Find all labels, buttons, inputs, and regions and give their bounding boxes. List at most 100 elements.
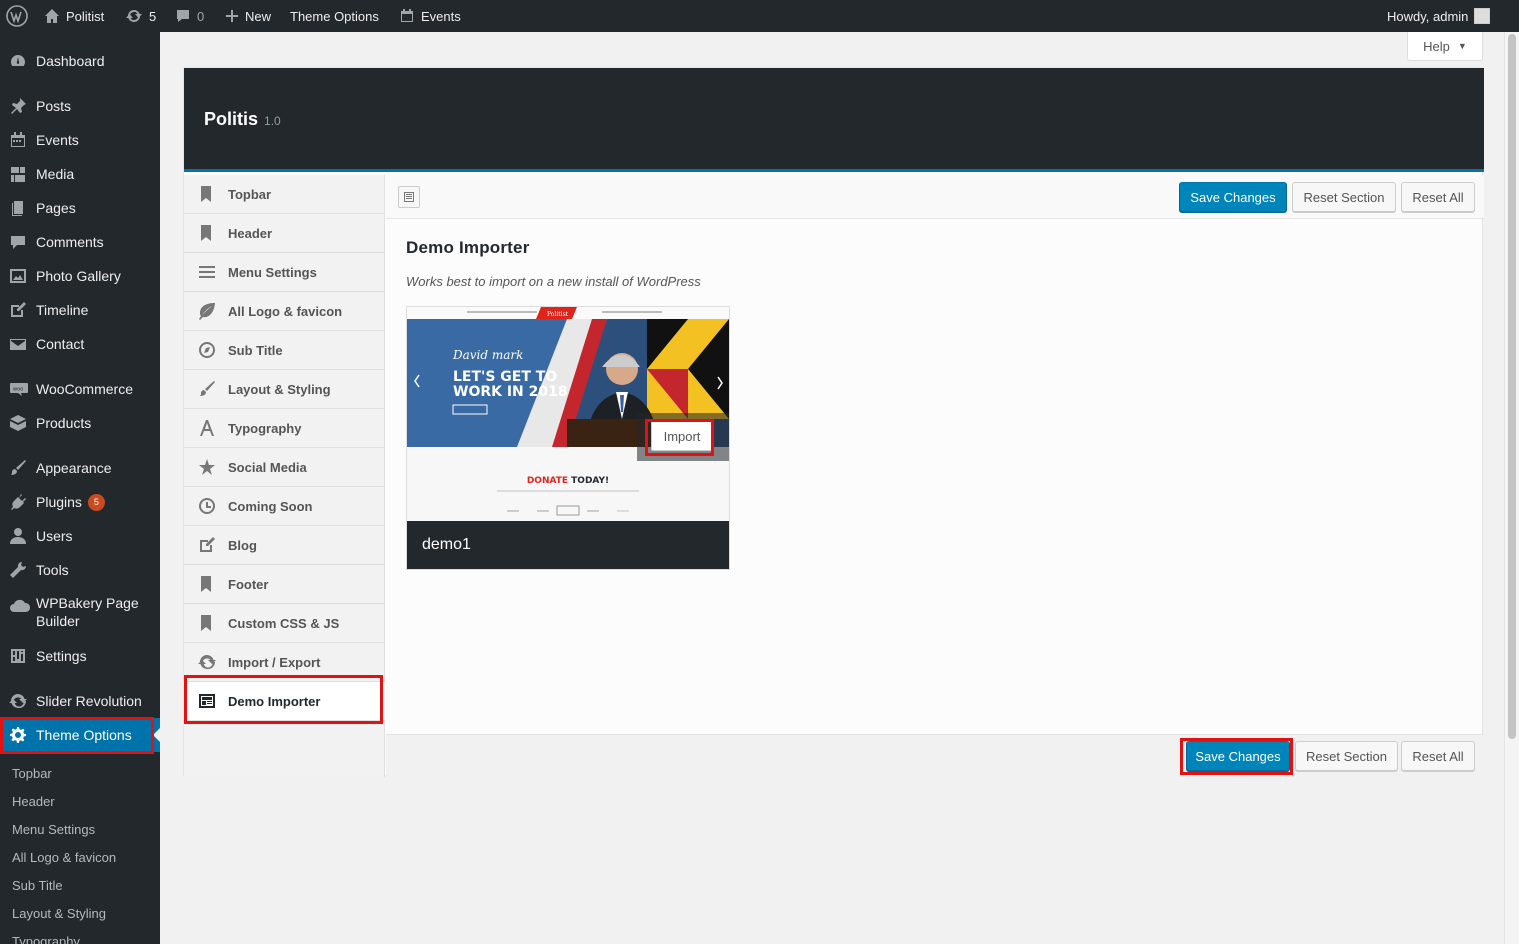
menu-theme-options[interactable]: Theme Options [0,718,161,752]
menu-label: Slider Revolution [36,693,142,709]
nav-menu-settings[interactable]: Menu Settings [184,253,385,292]
submenu-menu-settings[interactable]: Menu Settings [12,822,95,837]
menu-label: Photo Gallery [36,268,121,284]
site-name-link[interactable]: Politist [44,0,104,32]
reset-section-button-bottom[interactable]: Reset Section [1295,741,1398,771]
comment-icon [11,236,25,249]
submenu-sub-title[interactable]: Sub Title [12,878,63,893]
nav-custom-css-js[interactable]: Custom CSS & JS [184,604,385,643]
panel-title: Politis 1.0 [204,109,281,130]
nav-layout-styling[interactable]: Layout & Styling [184,370,385,409]
menu-plugins[interactable]: Plugins 5 [0,485,160,519]
calendar-icon [401,9,413,22]
menu-settings[interactable]: Settings [0,639,160,673]
nav-label: Header [228,225,273,241]
nav-label: All Logo & favicon [228,303,343,319]
nav-label: Layout & Styling [228,381,331,397]
import-demo-button[interactable]: Import [651,421,713,451]
nav-blog[interactable]: Blog [184,526,385,565]
new-content-link[interactable]: New [225,0,271,32]
demo-preview-image: Politist David mark LET'S GET TO WORK IN [407,307,729,521]
admin-sidebar: Dashboard Posts Events Media Pages Comme… [0,32,161,944]
menu-events[interactable]: Events [0,123,160,157]
import-overlay: Import [637,413,729,461]
menu-contact[interactable]: Contact [0,327,160,361]
submenu-logo-favicon[interactable]: All Logo & favicon [12,850,116,865]
save-changes-button-top[interactable]: Save Changes [1179,182,1287,212]
nav-label: Typography [228,420,302,436]
woo-icon: woo [10,383,28,396]
menu-woocommerce[interactable]: woo WooCommerce [0,372,160,406]
comments-link[interactable]: 0 [175,0,204,32]
nav-import-export[interactable]: Import / Export [184,643,385,682]
menu-slider-revolution[interactable]: Slider Revolution [0,684,160,718]
menu-label: WooCommerce [36,381,133,397]
preview-brand-text: Politist [547,311,569,318]
expand-options-button[interactable] [398,186,420,208]
nav-social-media[interactable]: Social Media [184,448,385,487]
wordpress-logo-icon[interactable] [6,0,28,32]
update-icon [126,9,142,23]
updates-count: 5 [149,8,157,24]
menu-timeline[interactable]: Timeline [0,293,160,327]
menu-comments[interactable]: Comments [0,225,160,259]
help-label: Help [1423,38,1450,54]
bookmark-icon [201,225,211,241]
reset-section-button-top[interactable]: Reset Section [1292,182,1396,212]
nav-logo-favicon[interactable]: All Logo & favicon [184,292,385,331]
menu-label: Dashboard [36,53,105,69]
menu-label: Posts [36,98,72,114]
menu-dashboard[interactable]: Dashboard [0,44,160,78]
menu-photo-gallery[interactable]: Photo Gallery [0,259,160,293]
page-scrollbar[interactable] [1504,32,1519,944]
scrollbar-thumb[interactable] [1508,34,1516,739]
expand-icon [404,192,414,202]
nav-footer[interactable]: Footer [184,565,385,604]
save-changes-button-bottom[interactable]: Save Changes [1186,741,1290,771]
site-name: Politist [66,8,105,24]
theme-options-label: Theme Options [290,8,379,24]
submenu-topbar[interactable]: Topbar [12,766,52,781]
updates-link[interactable]: 5 [125,0,156,32]
theme-options-link[interactable]: Theme Options [290,0,379,32]
menu-wpbakery[interactable]: WPBakery Page Builder [0,587,160,639]
menu-users[interactable]: Users [0,519,160,553]
submenu-layout-styling[interactable]: Layout & Styling [12,906,106,921]
theme-version: 1.0 [264,114,281,128]
nav-header[interactable]: Header [184,214,385,253]
events-link[interactable]: Events [399,0,461,32]
menu-pages[interactable]: Pages [0,191,160,225]
settings-icon [11,649,25,663]
menu-products[interactable]: Products [0,406,160,440]
new-label: New [245,8,272,24]
nav-coming-soon[interactable]: Coming Soon [184,487,385,526]
submenu-typography[interactable]: Typography [12,934,80,944]
reset-all-button-top[interactable]: Reset All [1401,182,1475,212]
menu-tools[interactable]: Tools [0,553,160,587]
nav-demo-importer[interactable]: Demo Importer [184,682,385,721]
gallery-icon [10,269,26,283]
preview-donate-text: DONATE TODAY! [527,476,609,486]
menu-posts[interactable]: Posts [0,89,160,123]
plugins-update-badge: 5 [87,494,105,512]
submenu-header[interactable]: Header [12,794,55,809]
menu-appearance[interactable]: Appearance [0,451,160,485]
panel-bottom-toolbar: Save Changes Reset Section Reset All [386,734,1484,776]
nav-topbar[interactable]: Topbar [184,175,385,214]
menu-media[interactable]: Media [0,157,160,191]
my-account-link[interactable]: Howdy, admin [1387,0,1491,32]
avatar [1474,8,1491,24]
wrench-icon [10,561,27,578]
nav-label: Menu Settings [228,264,317,280]
wpbakery-label-line2: Builder [36,613,80,629]
nav-sub-title[interactable]: Sub Title [184,331,385,370]
reset-all-button-bottom[interactable]: Reset All [1401,741,1475,771]
clock-icon [199,498,215,514]
wpbakery-label-line1: WPBakery Page [36,595,139,611]
menu-label: Contact [36,336,85,352]
panel-header: Politis 1.0 [184,68,1484,172]
importer-icon [199,694,215,708]
menu-label: Products [36,415,92,431]
nav-typography[interactable]: Typography [184,409,385,448]
help-tab-button[interactable]: Help ▼ [1407,32,1483,61]
